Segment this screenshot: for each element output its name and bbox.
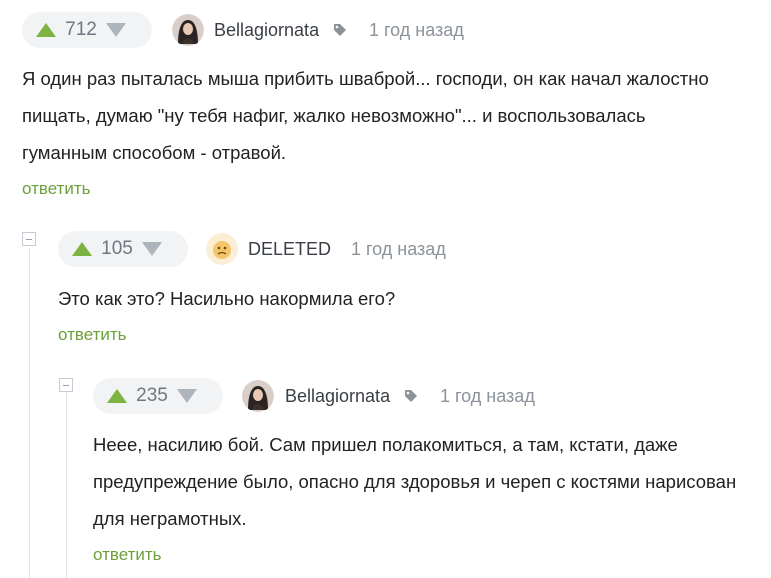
user-photo-avatar[interactable] [172,14,204,46]
timestamp: 1 год назад [369,20,464,40]
arrow-down-icon[interactable] [106,23,126,37]
rating-count: 105 [101,238,133,259]
collapse-icon[interactable] [22,232,36,246]
author-name[interactable]: Bellagiornata [214,20,319,41]
reply-link[interactable]: ответить [22,179,91,199]
arrow-up-icon[interactable] [72,242,92,256]
reply-link[interactable]: ответить [58,325,127,345]
rating-count: 712 [65,19,97,40]
user-photo-avatar[interactable] [242,380,274,412]
tag-icon[interactable] [404,389,418,403]
comment-header: 712 Bellagiornata 1 год назад [22,12,762,48]
timestamp: 1 год назад [351,239,446,259]
thread-line [66,392,67,578]
tag-icon[interactable] [333,23,347,37]
timestamp: 1 год назад [440,386,535,406]
comment-text: Я один раз пыталась мыша прибить шваброй… [22,68,709,163]
arrow-up-icon[interactable] [107,389,127,403]
author-name[interactable]: DELETED [248,239,331,260]
vote-control: 712 [22,12,152,48]
rating-count: 235 [136,385,168,406]
comment: 235 Bellagiornata 1 год назад Неее, наси… [93,378,763,564]
author-name[interactable]: Bellagiornata [285,386,390,407]
comment-text: Неее, насилию бой. Сам пришел полакомить… [93,434,737,529]
comment: 712 Bellagiornata 1 год назад Я один раз… [22,12,762,198]
comment-text: Это как это? Насильно накормила его? [58,288,396,309]
comment-header: 105 DELETED 1 год назад [58,231,758,267]
comment: 105 DELETED 1 год назад Это как это? Нас… [58,231,758,344]
collapse-icon[interactable] [59,378,73,392]
arrow-down-icon[interactable] [177,389,197,403]
arrow-up-icon[interactable] [36,23,56,37]
reply-link[interactable]: ответить [93,545,162,565]
deleted-user-avatar[interactable] [206,233,238,265]
vote-control: 235 [93,378,223,414]
arrow-down-icon[interactable] [142,242,162,256]
vote-control: 105 [58,231,188,267]
comment-header: 235 Bellagiornata 1 год назад [93,378,763,414]
thread-line [29,248,30,578]
